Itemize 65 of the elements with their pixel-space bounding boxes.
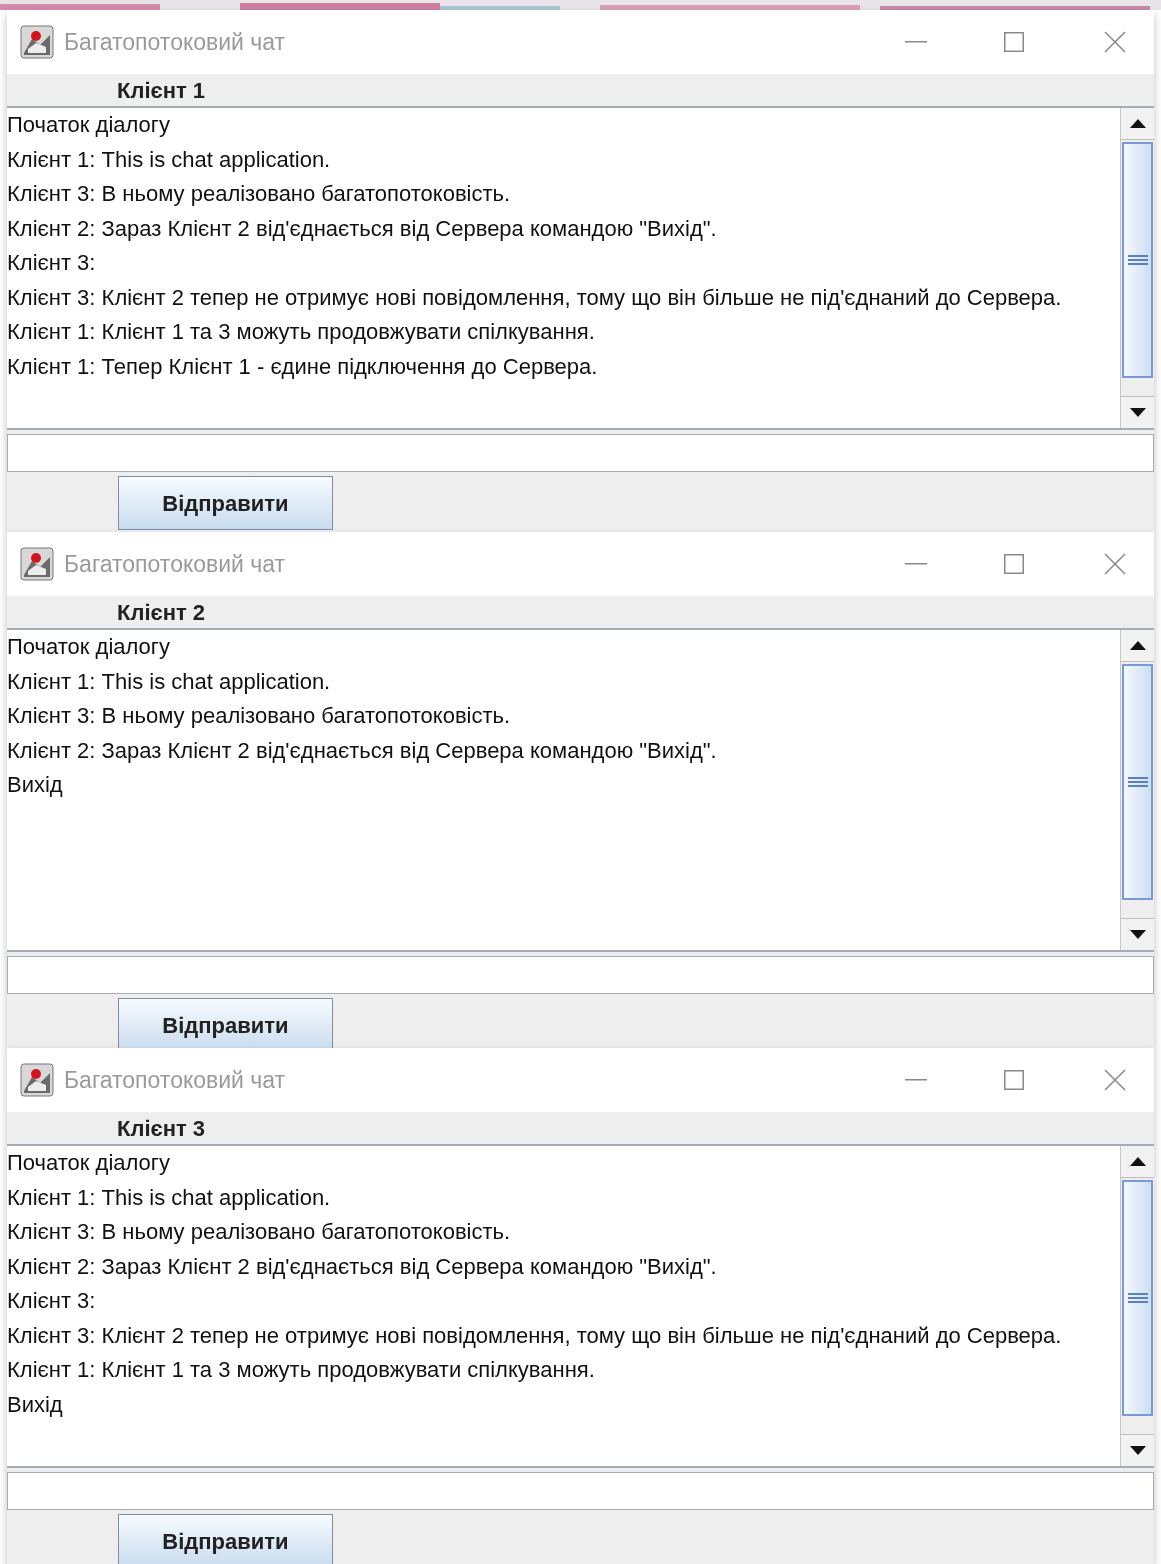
chat-message: Клієнт 1: This is chat application. <box>7 145 332 174</box>
close-icon[interactable] <box>1104 553 1126 575</box>
grip-icon <box>1127 1293 1148 1303</box>
scrollbar[interactable] <box>1120 1146 1154 1466</box>
chat-message: Клієнт 1: This is chat application. <box>7 667 332 696</box>
up-arrow-icon <box>1129 119 1146 128</box>
chat-message: Клієнт 1: This is chat application. <box>7 1183 332 1212</box>
scroll-down-button[interactable] <box>1121 1434 1154 1466</box>
chat-message: Клієнт 3: <box>7 249 97 277</box>
client-label: Клієнт 1 <box>117 76 206 105</box>
chat-message: Клієнт 1: Тепер Клієнт 1 - єдине підключення до Сервера. <box>7 352 599 381</box>
message-input[interactable] <box>7 956 1154 994</box>
chat-message: Клієнт 3: Клієнт 2 тепер не отримує нові повідомлення, тому що він більше не під'єднаний до Сервера. <box>7 1321 1063 1350</box>
up-arrow-icon <box>1129 1157 1146 1166</box>
scrollbar[interactable] <box>1120 630 1154 950</box>
chat-message: Вихід <box>7 771 64 799</box>
close-icon[interactable] <box>1104 31 1126 53</box>
send-button[interactable]: Відправити <box>118 1514 333 1564</box>
chat-message: Клієнт 3: В ньому реалізовано багатопотоковість. <box>7 180 512 208</box>
scroll-thumb[interactable] <box>1122 142 1153 378</box>
scroll-up-button[interactable] <box>1121 1146 1154 1178</box>
client-label: Клієнт 2 <box>117 598 206 627</box>
maximize-icon[interactable] <box>1004 554 1024 574</box>
minimize-icon[interactable] <box>905 563 927 565</box>
app-icon <box>20 1063 54 1097</box>
down-arrow-icon <box>1129 930 1146 939</box>
minimize-icon[interactable] <box>905 1079 927 1081</box>
chat-message: Початок діалогу <box>7 1149 171 1177</box>
chat-message: Початок діалогу <box>7 111 171 139</box>
scroll-thumb[interactable] <box>1122 1180 1153 1416</box>
scroll-up-button[interactable] <box>1121 108 1154 140</box>
chat-message: Вихід <box>7 1390 64 1419</box>
grip-icon <box>1127 777 1148 787</box>
message-input[interactable] <box>7 434 1154 472</box>
window-title: Багатопотоковий чат <box>64 549 286 579</box>
chat-message: Клієнт 3: Клієнт 2 тепер не отримує нові повідомлення, тому що він більше не під'єднаний до Сервера. <box>7 283 1063 312</box>
send-button[interactable]: Відправити <box>118 476 333 530</box>
minimize-icon[interactable] <box>905 41 927 43</box>
scroll-down-button[interactable] <box>1121 918 1154 950</box>
up-arrow-icon <box>1129 641 1146 650</box>
chat-message: Клієнт 3: В ньому реалізовано багатопотоковість. <box>7 702 512 730</box>
chat-message: Клієнт 2: Зараз Клієнт 2 від'єднається від Сервера командою "Вихід". <box>7 214 718 243</box>
scroll-down-button[interactable] <box>1121 396 1154 428</box>
message-input[interactable] <box>7 1472 1154 1510</box>
chat-message: Клієнт 3: В ньому реалізовано багатопотоковість. <box>7 1218 512 1246</box>
chat-message: Клієнт 2: Зараз Клієнт 2 від'єднається від Сервера командою "Вихід". <box>7 1252 718 1281</box>
down-arrow-icon <box>1129 1446 1146 1455</box>
chat-message: Початок діалогу <box>7 633 171 661</box>
maximize-icon[interactable] <box>1004 1070 1024 1090</box>
close-icon[interactable] <box>1104 1069 1126 1091</box>
scroll-thumb[interactable] <box>1122 664 1153 900</box>
chat-message: Клієнт 2: Зараз Клієнт 2 від'єднається від Сервера командою "Вихід". <box>7 736 718 765</box>
window-title: Багатопотоковий чат <box>64 27 286 57</box>
chat-message: Клієнт 1: Клієнт 1 та 3 можуть продовжувати спілкування. <box>7 318 596 346</box>
client-label: Клієнт 3 <box>117 1114 206 1143</box>
window-title: Багатопотоковий чат <box>64 1065 286 1095</box>
app-icon <box>20 25 54 59</box>
scrollbar[interactable] <box>1120 108 1154 428</box>
scroll-up-button[interactable] <box>1121 630 1154 662</box>
app-icon <box>20 547 54 581</box>
maximize-icon[interactable] <box>1004 32 1024 52</box>
chat-message: Клієнт 1: Клієнт 1 та 3 можуть продовжувати спілкування. <box>7 1356 596 1384</box>
down-arrow-icon <box>1129 408 1146 417</box>
grip-icon <box>1127 255 1148 265</box>
chat-message: Клієнт 3: <box>7 1287 97 1315</box>
